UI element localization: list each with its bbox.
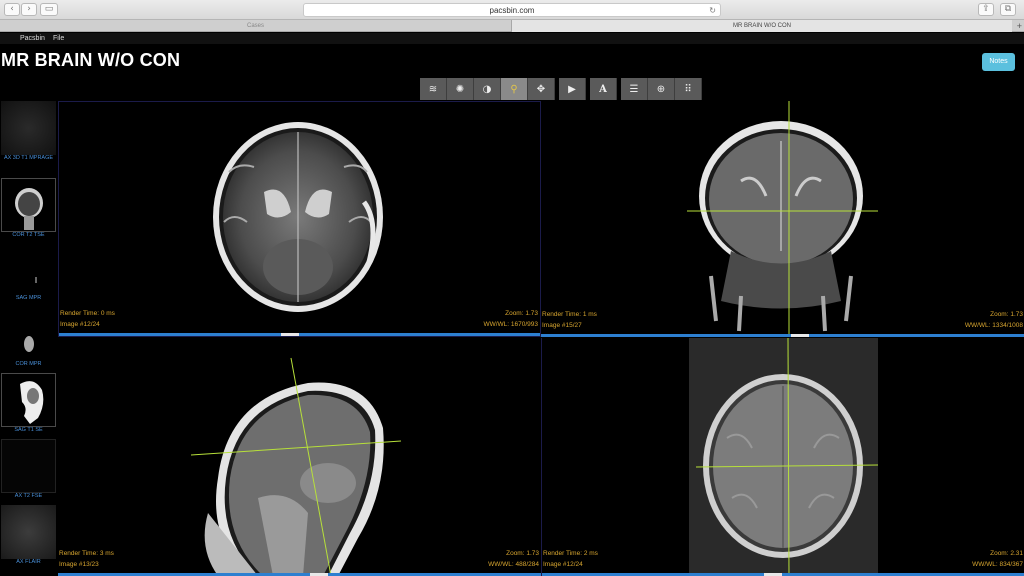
series-thumbnail — [1, 241, 56, 295]
tabs-overview-icon[interactable]: ⧉ — [1000, 3, 1016, 16]
browser-toolbar: ‹ › ▭ pacsbin.com ↻ ⇪ ⧉ — [0, 0, 1024, 20]
series-label: COR T2 TSE — [12, 232, 45, 238]
series-thumbnail — [1, 101, 56, 155]
series-label: AX 3D T1 MPRAGE — [3, 155, 54, 161]
series-thumbnail — [1, 307, 56, 361]
annotate-icon[interactable]: A — [590, 78, 617, 100]
series-item[interactable]: AX FLAIR — [1, 505, 56, 566]
notes-button[interactable]: Notes — [982, 53, 1015, 71]
series-item[interactable]: SAG T1 SE — [1, 373, 56, 434]
series-label: COR MPR — [15, 361, 42, 367]
layers-icon[interactable]: ≋ — [420, 78, 447, 100]
series-label: SAG MPR — [15, 295, 42, 301]
series-label: AX FLAIR — [16, 559, 41, 565]
image-index: Image #12/24 — [60, 321, 100, 328]
series-thumbnail — [1, 373, 56, 427]
series-item[interactable]: AX T2 FSE — [1, 439, 56, 500]
series-item[interactable]: SAG MPR — [1, 241, 56, 302]
menu-pacsbin[interactable]: Pacsbin — [20, 33, 45, 44]
render-time: Render Time: 1 ms — [542, 311, 597, 318]
series-thumbnail — [1, 439, 56, 493]
viewport-top-right[interactable]: Render Time: 1 ms Image #15/27 Zoom: 1.7… — [541, 101, 1024, 337]
zoom-readout: Zoom: 1.73 — [505, 310, 538, 317]
series-sidebar: AX 3D T1 MPRAGE COR T2 TSE SAG MPR COR M… — [0, 101, 57, 576]
series-label: AX T2 FSE — [14, 493, 43, 499]
play-icon[interactable]: ▶ — [559, 78, 586, 100]
url-bar[interactable]: pacsbin.com ↻ — [303, 3, 721, 17]
series-item[interactable]: COR T2 TSE — [1, 178, 56, 239]
sidebar-toggle-icon[interactable]: ▭ — [40, 3, 58, 16]
menu-file[interactable]: File — [53, 33, 64, 44]
zoom-icon[interactable]: ⚲ — [501, 78, 528, 100]
viewer-toolbar: ≋ ✺ ◑ ⚲ ✥ ▶ A ☰ ⊕ ⠿ — [420, 78, 702, 100]
image-index: Image #13/23 — [59, 561, 99, 568]
coronal-t2-image — [687, 101, 878, 337]
grid-icon[interactable]: ⠿ — [675, 78, 702, 100]
series-item[interactable]: COR MPR — [1, 307, 56, 368]
share-icon[interactable]: ⇪ — [978, 3, 994, 16]
series-thumbnail — [1, 178, 56, 232]
zoom-readout: Zoom: 1.73 — [990, 311, 1023, 318]
reload-icon[interactable]: ↻ — [709, 4, 716, 17]
tab-mr-brain[interactable]: MR BRAIN W/O CON — [512, 20, 1012, 32]
page-title: MR BRAIN W/O CON — [1, 50, 181, 70]
wwwl-readout: WW/WL: 1670/993 — [483, 321, 538, 328]
new-tab-icon[interactable]: + — [1017, 20, 1022, 32]
pan-icon[interactable]: ✥ — [528, 78, 555, 100]
slice-scrollbar[interactable] — [59, 333, 540, 336]
globe-icon[interactable]: ⊕ — [648, 78, 675, 100]
viewport-top-left[interactable]: Render Time: 0 ms Image #12/24 Zoom: 1.7… — [58, 101, 541, 337]
series-label: SAG T1 SE — [14, 427, 43, 433]
series-item[interactable]: AX 3D T1 MPRAGE — [1, 101, 56, 162]
sagittal-t1-image — [190, 357, 402, 576]
forward-icon[interactable]: › — [21, 3, 37, 16]
align-icon[interactable]: ☰ — [621, 78, 648, 100]
brightness-icon[interactable]: ✺ — [447, 78, 474, 100]
contrast-icon[interactable]: ◑ — [474, 78, 501, 100]
image-index: Image #15/27 — [542, 322, 582, 329]
image-index: Image #12/24 — [543, 561, 583, 568]
wwwl-readout: WW/WL: 488/284 — [488, 561, 539, 568]
series-thumbnail — [1, 505, 56, 559]
render-time: Render Time: 2 ms — [543, 550, 598, 557]
tab-cases[interactable]: Cases — [0, 20, 512, 32]
viewport-bottom-right[interactable]: Render Time: 2 ms Image #12/24 Zoom: 2.3… — [541, 338, 1024, 576]
wwwl-readout: WW/WL: 1334/1008 — [964, 322, 1023, 329]
axial-flair-image — [689, 338, 879, 576]
zoom-readout: Zoom: 1.73 — [506, 550, 539, 557]
tab-bar: Cases MR BRAIN W/O CON + — [0, 20, 1024, 32]
url-text: pacsbin.com — [489, 6, 535, 15]
scroll-thumb[interactable] — [281, 333, 299, 336]
render-time: Render Time: 0 ms — [60, 310, 115, 317]
slice-scrollbar[interactable] — [541, 334, 1024, 337]
axial-t2-image — [213, 122, 383, 312]
zoom-readout: Zoom: 2.31 — [990, 550, 1023, 557]
back-icon[interactable]: ‹ — [4, 3, 20, 16]
render-time: Render Time: 3 ms — [59, 550, 114, 557]
viewport-bottom-left[interactable]: Render Time: 3 ms Image #13/23 Zoom: 1.7… — [58, 338, 541, 576]
wwwl-readout: WW/WL: 834/367 — [972, 561, 1023, 568]
menu-bar: Pacsbin File — [0, 33, 1024, 44]
scroll-thumb[interactable] — [791, 334, 809, 337]
